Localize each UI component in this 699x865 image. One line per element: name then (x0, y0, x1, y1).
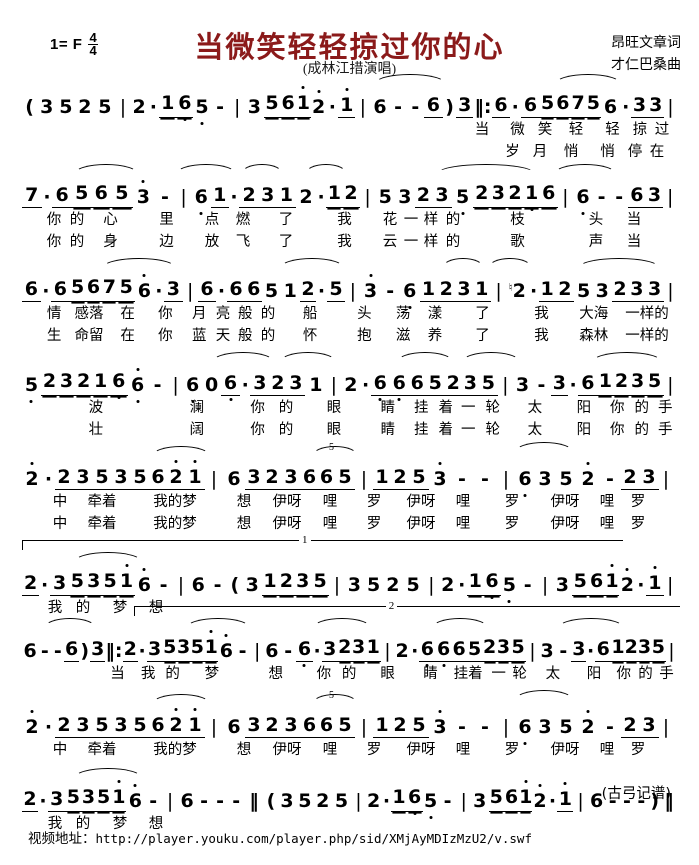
notation-line-6: 1 2 · 3 5 3 5 1 6 - | 6 - ( 3 1 2 3 5 | … (22, 534, 677, 616)
volta-bracket-2: 2 (134, 600, 680, 616)
lyrics-verse-1: 情 感落 在 你 月 亮 般 的 船 头 荡 漾 了 我 大海 一样的 (46, 306, 669, 322)
staff-row: 2 · 2 3 5 3 5 6 2 1 | 6 3 2 3 6 6 5 | 1 … (22, 698, 677, 745)
notation-line-4: 5 2 3 2 1 6 6 - | 6 0 6 · 3 2 3 1 | 2 · … (22, 352, 677, 448)
transcriber-credit: (古弓记谱) (601, 786, 671, 802)
notation-line-8: 2 · 2 3 5 3 5 6 2 1 | 6 3 2 3 6 6 5 | 1 … (22, 690, 677, 770)
staff-row: 2 · 2 3 5 3 5 6 2 1 | 6 3 2 3 6 6 5 | 1 … (22, 450, 677, 497)
lyrics-verse-2: 你 的 身 边 放 飞 了 我 云 一 样 的 歌 声 当 (46, 234, 642, 250)
notation-systems: ( 3 5 2 5 | 2 · 1 6 5 - | 3 5 6 1 2 · 1 … (0, 74, 699, 832)
credits-block: 昂旺文章词 才仁巴桑曲 (611, 33, 681, 76)
tuplet-label: 5 (329, 690, 334, 701)
notation-line-3: 6 · 6 5 6 7 5 6 · 3 | 6 · 6 6 5 1 2 · 5 … (22, 258, 677, 354)
staff-row: 6 · 6 5 6 7 5 6 · 3 | 6 · 6 6 5 1 2 · 5 … (22, 262, 677, 309)
volta-number: 1 (299, 534, 311, 546)
lyrics-verse-1: 中 牵着 我的梦 想 伊呀 哩 罗 伊呀 哩 罗 伊呀 哩 罗 (52, 742, 646, 758)
song-subtitle-performer: (成林江措演唱) (302, 62, 397, 77)
lyrics-verse-1: 你 的 心 里 点 燃 了 我 花 一 样 的 枝 头 当 (46, 212, 642, 228)
video-address-value[interactable]: http://player.youku.com/player.php/sid/X… (96, 831, 533, 846)
lyrics-verse-1: 当 微 笑 轻 轻 掠 过 (474, 122, 670, 138)
staff-row: 7 · 6 5 6 5 3 - | 6 1 · 2 3 1 2 · 1 2 | … (22, 168, 677, 215)
staff-row: 6 - - 6 ) 3 ‖: 2 · 3 5 3 5 1 6 - | 6 - 6… (22, 612, 677, 667)
staff-row: 2 · 3 5 3 5 1 6 - | 6 - - - ‖ ( 3 5 2 5 … (22, 772, 677, 819)
staff-row: ( 3 5 2 5 | 2 · 1 6 5 - | 3 5 6 1 2 · 1 … (22, 78, 677, 125)
staff-row: 2 · 3 5 3 5 1 6 - | 6 - ( 3 1 2 3 5 | 3 … (22, 544, 677, 603)
notation-line-7: 2 6 - - 6 ) 3 ‖: 2 · 3 5 3 5 1 6 - | 6 -… (22, 600, 680, 696)
notation-line-9: 2 · 3 5 3 5 1 6 - | 6 - - - ‖ ( 3 5 2 5 … (22, 768, 677, 832)
lyrics-verse-1: 中 牵着 我的梦 想 伊呀 哩 罗 伊呀 哩 罗 伊呀 哩 罗 (52, 494, 646, 510)
lyrics-verse-1: 当 我 的 梦 想 你 的 眼 睛 挂着 一 轮 太 阳 你 的 手 (110, 666, 674, 682)
notation-line-2: 7 · 6 5 6 5 3 - | 6 1 · 2 3 1 2 · 1 2 | … (22, 164, 677, 260)
lyrics-verse-1: 波 澜 你 的 眼 睛 挂 着 一 轮 太 阳 你 的 手 (88, 400, 673, 416)
notation-line-5: 2 · 2 3 5 3 5 6 2 1 | 6 3 2 3 6 6 5 | 1 … (22, 442, 677, 542)
lyrics-verse-2: 生 命留 在 你 蓝 天 般 的 怀 抱 滋 养 了 我 森林 一样的 (46, 328, 669, 344)
volta-bracket-1: 1 (22, 534, 623, 550)
lyrics-verse-2: 岁 月 悄 悄 停 在 (505, 144, 665, 160)
lyrics-verse-2: 壮 阔 你 的 眼 睛 挂 着 一 轮 太 阳 你 的 手 (88, 422, 673, 438)
composer-credit: 才仁巴桑曲 (611, 57, 681, 73)
video-address-label: 视频地址： (28, 831, 96, 847)
tuplet-label: 5 (329, 442, 334, 453)
notation-line-1: ( 3 5 2 5 | 2 · 1 6 5 - | 3 5 6 1 2 · 1 … (22, 74, 677, 166)
video-address: 视频地址：http://player.youku.com/player.php/… (28, 827, 532, 847)
staff-row: 5 2 3 2 1 6 6 - | 6 0 6 · 3 2 3 1 | 2 · … (22, 356, 677, 403)
volta-number: 2 (385, 600, 398, 612)
lyricist-credit: 昂旺文章词 (611, 36, 681, 51)
sheet-header: 1= F 4 4 当微笑轻轻掠过你的心 (成林江措演唱) 昂旺文章词 才仁巴桑曲 (0, 0, 699, 78)
lyrics-verse-2: 中 牵着 我的梦 想 伊呀 哩 罗 伊呀 哩 罗 伊呀 哩 罗 (52, 516, 646, 532)
